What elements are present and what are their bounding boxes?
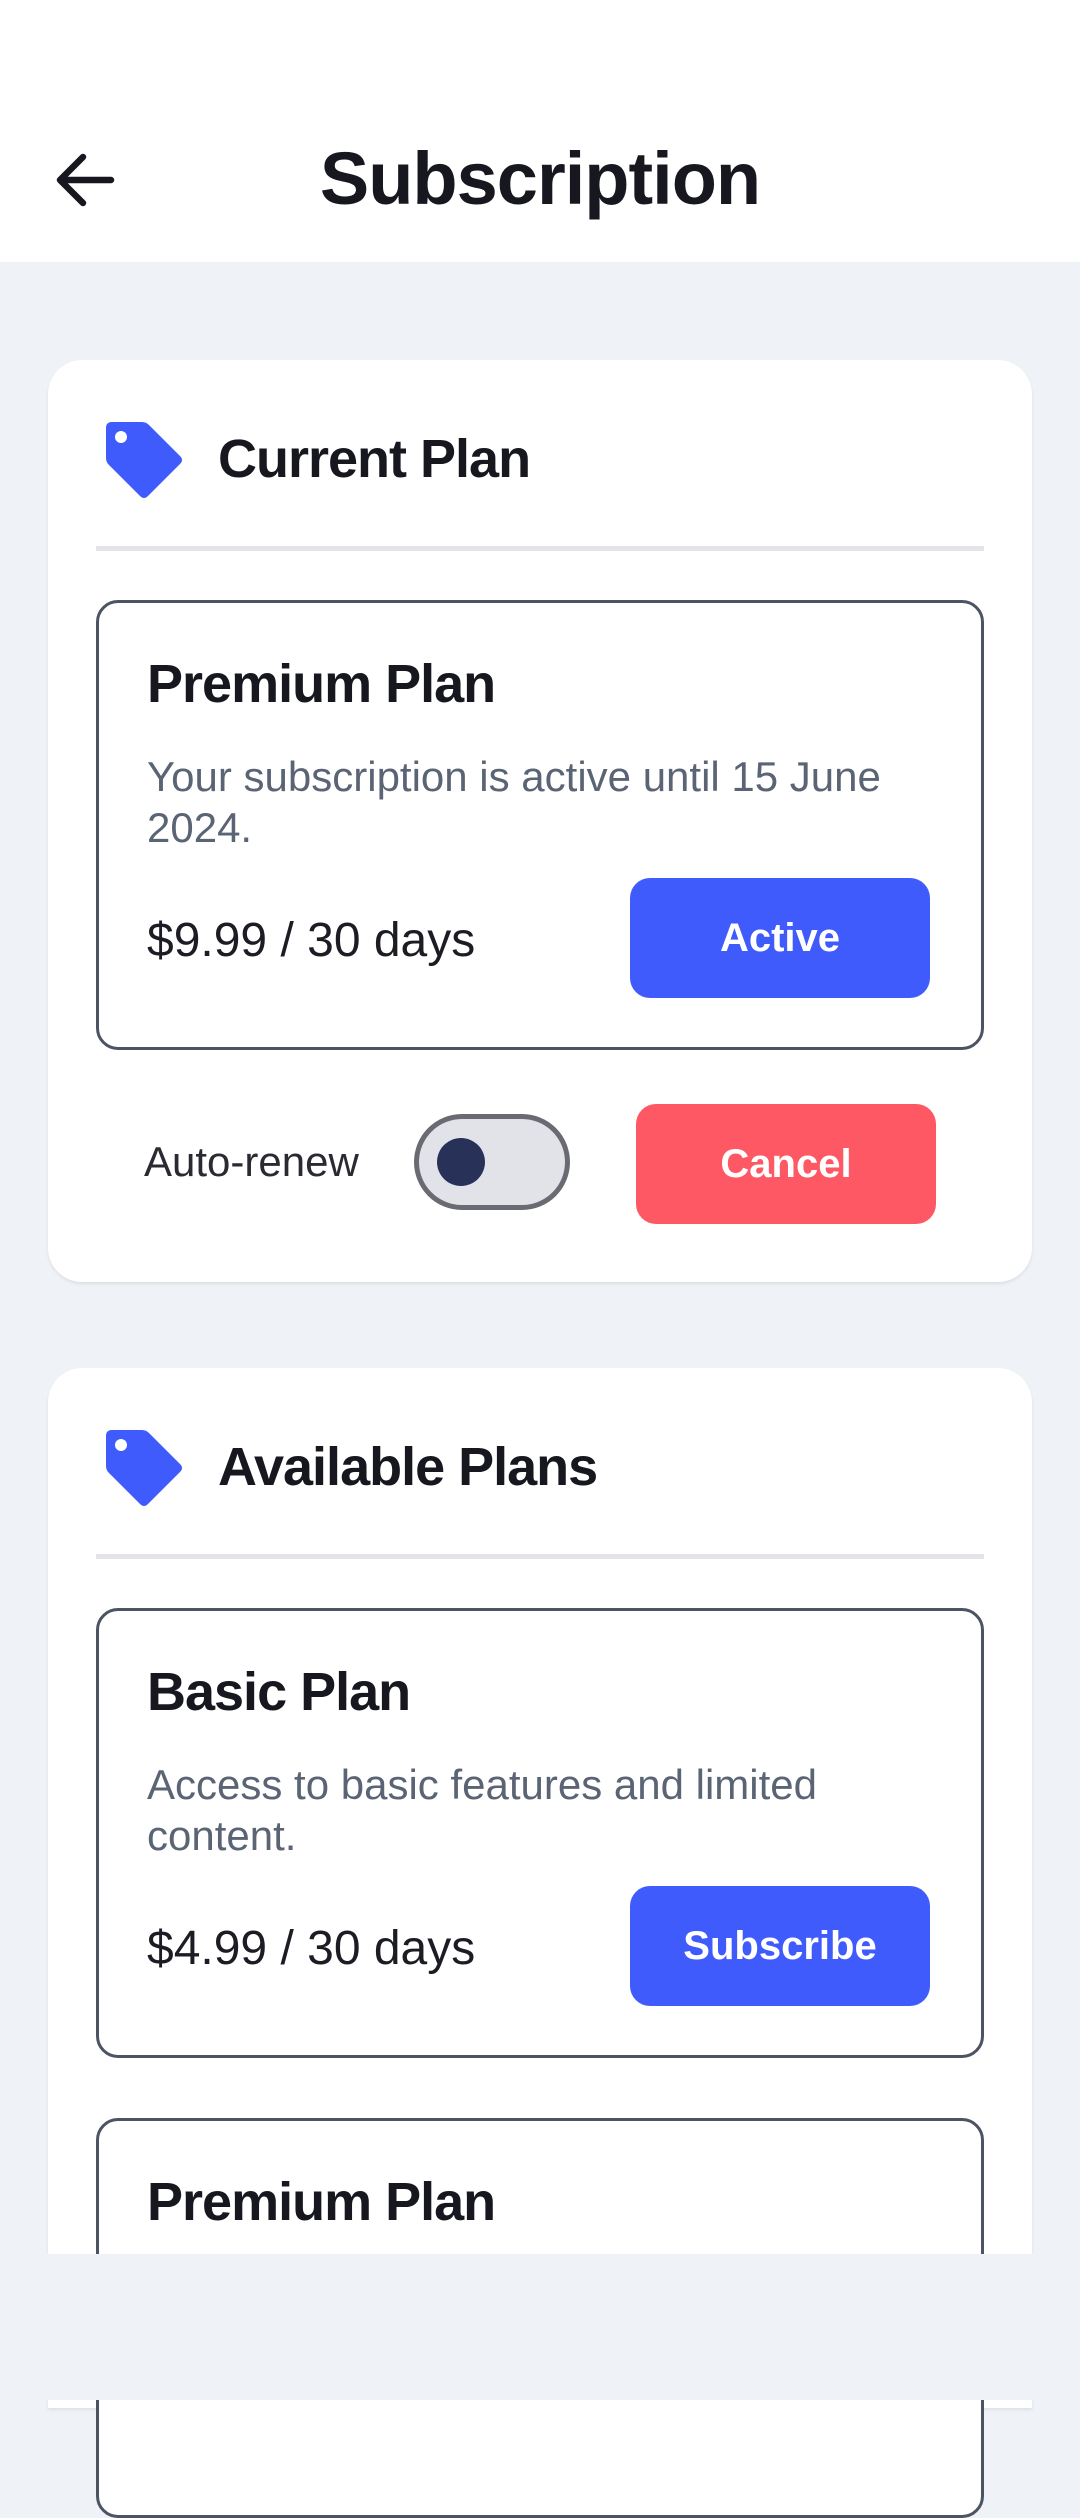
bottom-area [0,2254,1080,2400]
current-plan-header: Current Plan [102,414,531,504]
plan-name: Premium Plan [147,2172,496,2232]
available-plans-header: Available Plans [102,1422,598,1512]
current-plan-title: Current Plan [218,429,531,489]
plan-price: $9.99 / 30 days [147,914,476,967]
auto-renew-label: Auto-renew [144,1138,359,1185]
plan-description: Your subscription is active until 15 Jun… [147,753,881,851]
plan-name: Premium Plan [147,654,496,714]
active-status-button[interactable]: Active [630,878,930,998]
auto-renew-toggle[interactable] [414,1114,570,1210]
tag-icon [106,1430,182,1506]
available-plans-title: Available Plans [218,1437,598,1497]
divider [96,546,984,551]
plan-name: Basic Plan [147,1662,411,1722]
current-plan-card: Current Plan Premium Plan Your subscript… [48,360,1032,1282]
plan-price: $4.99 / 30 days [147,1922,476,1975]
subscribe-button[interactable]: Subscribe [630,1886,930,2006]
app-header: Subscription [0,0,1080,262]
toggle-knob [437,1138,485,1186]
plan-description: Access to basic features and limited con… [147,1761,817,1859]
available-plans-card: Available Plans Basic Plan Access to bas… [48,1368,1032,2518]
page-title: Subscription [319,137,761,220]
divider [96,1554,984,1559]
tag-icon [106,422,182,498]
plan-card-basic: Basic Plan Access to basic features and … [96,1608,984,2058]
cancel-button[interactable]: Cancel [636,1104,936,1224]
current-plan-details: Premium Plan Your subscription is active… [96,600,984,1050]
